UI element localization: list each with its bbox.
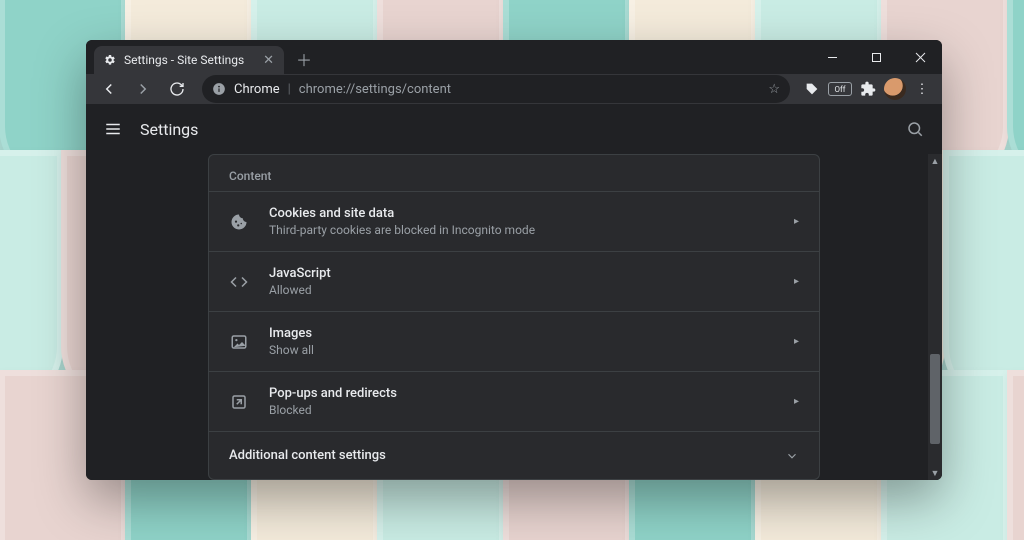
settings-scroll-area: Content Cookies and site data Third-part… xyxy=(86,154,942,480)
chevron-right-icon: ▸ xyxy=(794,276,799,287)
bookmark-star-icon[interactable]: ☆ xyxy=(768,82,780,97)
profile-avatar[interactable] xyxy=(884,78,906,100)
chevron-right-icon: ▸ xyxy=(794,396,799,407)
extensions-puzzle-icon[interactable] xyxy=(856,77,880,101)
vertical-scrollbar[interactable]: ▲ ▼ xyxy=(928,154,942,480)
additional-content-settings[interactable]: Additional content settings xyxy=(209,431,819,479)
omnibox-origin: Chrome xyxy=(234,82,280,97)
expand-label: Additional content settings xyxy=(229,448,386,463)
extension-off-badge[interactable]: Off xyxy=(828,82,852,96)
extension-tag-icon[interactable] xyxy=(800,77,824,101)
close-window-button[interactable] xyxy=(898,40,942,74)
maximize-button[interactable] xyxy=(854,40,898,74)
chevron-right-icon: ▸ xyxy=(794,336,799,347)
chevron-right-icon: ▸ xyxy=(794,216,799,227)
gear-icon xyxy=(104,54,116,66)
row-title: Cookies and site data xyxy=(269,206,774,221)
new-tab-button[interactable]: ＋ xyxy=(284,47,324,71)
row-text: Images Show all xyxy=(269,326,774,357)
image-icon xyxy=(229,332,249,352)
hamburger-menu-icon[interactable] xyxy=(104,120,122,138)
row-text: JavaScript Allowed xyxy=(269,266,774,297)
chevron-down-icon xyxy=(785,449,799,463)
scrollbar-thumb[interactable] xyxy=(930,354,940,444)
scroll-up-arrow[interactable]: ▲ xyxy=(928,154,942,168)
address-bar[interactable]: Chrome | chrome://settings/content ☆ xyxy=(202,75,790,103)
site-info-icon[interactable] xyxy=(212,82,226,96)
titlebar: Settings - Site Settings ✕ ＋ xyxy=(86,40,942,74)
row-subtitle: Third-party cookies are blocked in Incog… xyxy=(269,223,774,237)
cookie-icon xyxy=(229,212,249,232)
row-title: JavaScript xyxy=(269,266,774,281)
settings-title: Settings xyxy=(140,120,198,139)
row-title: Images xyxy=(269,326,774,341)
browser-window: Settings - Site Settings ✕ ＋ xyxy=(86,40,942,480)
omnibox-divider: | xyxy=(288,82,291,97)
row-text: Cookies and site data Third-party cookie… xyxy=(269,206,774,237)
forward-button[interactable] xyxy=(128,74,158,104)
popup-icon xyxy=(229,392,249,412)
search-icon[interactable] xyxy=(906,120,924,138)
tab-title: Settings - Site Settings xyxy=(124,53,244,67)
window-controls xyxy=(810,40,942,74)
reload-button[interactable] xyxy=(162,74,192,104)
browser-tab[interactable]: Settings - Site Settings ✕ xyxy=(94,46,284,74)
content-settings-panel: Content Cookies and site data Third-part… xyxy=(208,154,820,480)
scroll-down-arrow[interactable]: ▼ xyxy=(928,466,942,480)
row-images[interactable]: Images Show all ▸ xyxy=(209,311,819,371)
section-label: Content xyxy=(209,155,819,191)
row-popups[interactable]: Pop-ups and redirects Blocked ▸ xyxy=(209,371,819,431)
page-content: Settings Content Cookies and site data T… xyxy=(86,104,942,480)
row-subtitle: Allowed xyxy=(269,283,774,297)
minimize-button[interactable] xyxy=(810,40,854,74)
settings-header: Settings xyxy=(86,104,942,154)
row-javascript[interactable]: JavaScript Allowed ▸ xyxy=(209,251,819,311)
row-title: Pop-ups and redirects xyxy=(269,386,774,401)
omnibox-url: chrome://settings/content xyxy=(299,82,451,97)
back-button[interactable] xyxy=(94,74,124,104)
code-icon xyxy=(229,272,249,292)
browser-toolbar: Chrome | chrome://settings/content ☆ Off… xyxy=(86,74,942,104)
row-subtitle: Show all xyxy=(269,343,774,357)
tab-close-button[interactable]: ✕ xyxy=(263,53,274,68)
row-text: Pop-ups and redirects Blocked xyxy=(269,386,774,417)
row-subtitle: Blocked xyxy=(269,403,774,417)
browser-menu-button[interactable]: ⋮ xyxy=(910,77,934,101)
row-cookies[interactable]: Cookies and site data Third-party cookie… xyxy=(209,191,819,251)
